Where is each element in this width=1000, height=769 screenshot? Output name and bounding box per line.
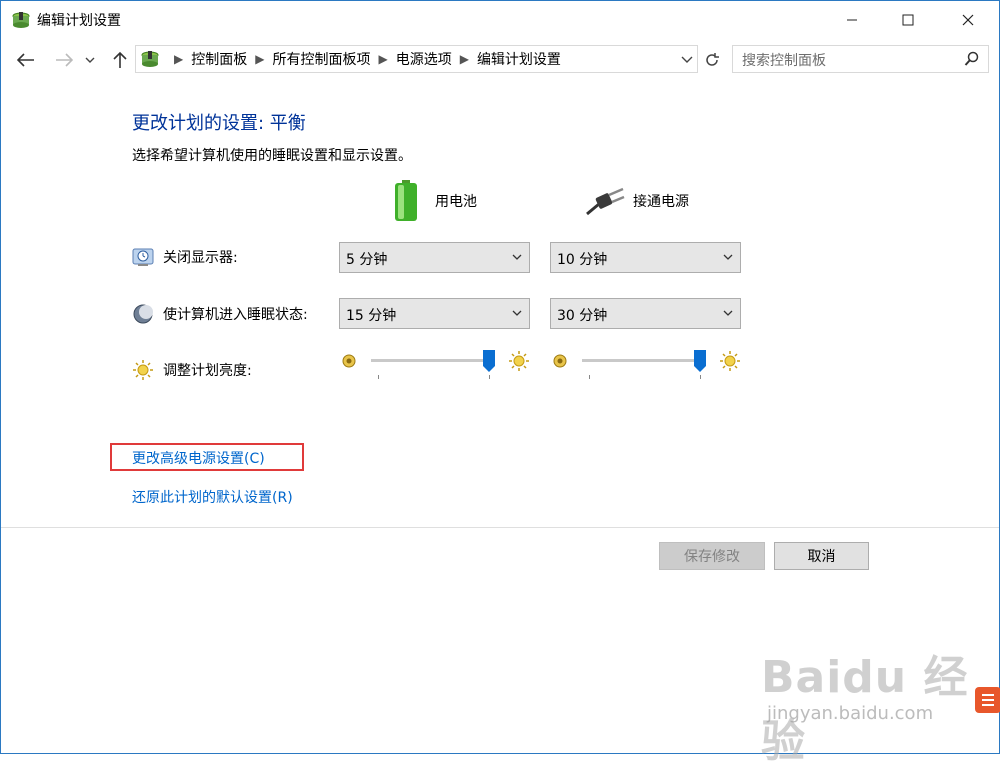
display-off-label: 关闭显示器: [163, 250, 238, 266]
maximize-button[interactable] [885, 1, 931, 39]
slider-track[interactable] [582, 359, 704, 362]
save-changes-button[interactable]: 保存修改 [659, 542, 765, 570]
watermark-logo-icon [975, 687, 1000, 713]
bright-sun-icon [720, 351, 740, 371]
sleep-battery-select[interactable]: 15 分钟 [339, 298, 530, 329]
back-arrow-icon [17, 53, 34, 67]
search-input[interactable]: 搜索控制面板 [742, 50, 826, 70]
battery-column-label: 用电池 [435, 194, 477, 210]
refresh-icon [706, 53, 719, 66]
refresh-button[interactable] [701, 49, 723, 71]
plugged-column-header: 接通电源 [585, 179, 689, 223]
battery-column-header: 用电池 [393, 179, 477, 223]
chevron-down-icon [723, 310, 733, 316]
display-off-battery-select[interactable]: 5 分钟 [339, 242, 530, 273]
breadcrumb-separator-icon: ▶ [174, 52, 184, 66]
dim-sun-icon [553, 354, 567, 368]
display-off-row-label: 关闭显示器: [132, 246, 238, 268]
window-title: 编辑计划设置 [37, 13, 121, 29]
bright-sun-icon [509, 351, 529, 371]
slider-tick [700, 375, 701, 379]
breadcrumb-item[interactable]: 控制面板 [191, 49, 247, 69]
breadcrumb: ▶ 控制面板 ▶ 所有控制面板项 ▶ 电源选项 ▶ 编辑计划设置 [166, 46, 561, 72]
up-button[interactable] [109, 49, 131, 71]
breadcrumb-separator-icon[interactable]: ▶ [378, 52, 387, 66]
brightness-sun-icon [133, 360, 153, 380]
address-dropdown-icon[interactable] [679, 49, 695, 69]
cancel-button[interactable]: 取消 [774, 542, 869, 570]
slider-tick [489, 375, 490, 379]
watermark-url: jingyan.baidu.com [767, 703, 934, 724]
chevron-down-icon [512, 310, 522, 316]
display-off-plugged-select[interactable]: 10 分钟 [550, 242, 741, 273]
breadcrumb-separator-icon[interactable]: ▶ [460, 52, 469, 66]
search-icon[interactable] [964, 51, 980, 67]
forward-button[interactable] [53, 49, 75, 71]
slider-tick [378, 375, 379, 379]
breadcrumb-item[interactable]: 编辑计划设置 [477, 49, 561, 69]
power-options-icon [12, 12, 30, 28]
display-off-plugged-value: 10 分钟 [557, 252, 608, 268]
advanced-power-settings-link[interactable]: 更改高级电源设置(C) [132, 448, 265, 468]
page-subtitle: 选择希望计算机使用的睡眠设置和显示设置。 [132, 148, 412, 164]
close-icon [962, 14, 974, 26]
display-timer-icon [132, 248, 154, 266]
back-button[interactable] [15, 49, 37, 71]
restore-defaults-link[interactable]: 还原此计划的默认设置(R) [132, 487, 293, 507]
minimize-icon [847, 19, 857, 21]
dim-sun-icon [342, 354, 356, 368]
close-button[interactable] [945, 1, 991, 39]
brightness-plugged-slider[interactable] [552, 347, 752, 379]
forward-arrow-icon [56, 53, 73, 67]
navigation-bar: ▶ 控制面板 ▶ 所有控制面板项 ▶ 电源选项 ▶ 编辑计划设置 搜索控制面板 [1, 39, 999, 81]
divider [1, 527, 999, 528]
display-off-battery-value: 5 分钟 [346, 252, 388, 268]
up-arrow-icon [113, 51, 127, 68]
search-box[interactable]: 搜索控制面板 [732, 45, 989, 73]
sleep-moon-icon [133, 304, 153, 324]
sleep-row-label: 使计算机进入睡眠状态: [132, 303, 308, 325]
power-plug-icon [586, 187, 625, 216]
brightness-label: 调整计划亮度: [163, 363, 252, 379]
breadcrumb-separator-icon[interactable]: ▶ [255, 52, 264, 66]
address-bar[interactable]: ▶ 控制面板 ▶ 所有控制面板项 ▶ 电源选项 ▶ 编辑计划设置 [135, 45, 698, 73]
chevron-down-icon [512, 254, 522, 260]
power-options-icon [141, 51, 159, 67]
brightness-battery-slider[interactable] [341, 347, 541, 379]
page-title: 更改计划的设置: 平衡 [132, 113, 306, 134]
window: 编辑计划设置 ▶ 控制面板 ▶ 所有控制面板项 ▶ 电源选项 ▶ 编辑计划设置 … [0, 0, 1000, 767]
recent-locations-button[interactable] [83, 49, 97, 71]
slider-track[interactable] [371, 359, 493, 362]
sleep-plugged-value: 30 分钟 [557, 308, 608, 324]
sleep-battery-value: 15 分钟 [346, 308, 397, 324]
sleep-label: 使计算机进入睡眠状态: [163, 307, 308, 323]
slider-tick [589, 375, 590, 379]
title-bar: 编辑计划设置 [1, 1, 999, 39]
slider-thumb[interactable] [483, 350, 495, 372]
slider-thumb[interactable] [694, 350, 706, 372]
maximize-icon [902, 14, 914, 26]
battery-icon [395, 180, 417, 221]
chevron-down-icon [85, 57, 95, 63]
plugged-column-label: 接通电源 [633, 194, 689, 210]
sleep-plugged-select[interactable]: 30 分钟 [550, 298, 741, 329]
minimize-button[interactable] [829, 1, 875, 39]
watermark: Baidu 经验 jingyan.baidu.com [761, 641, 1000, 767]
chevron-down-icon [723, 254, 733, 260]
breadcrumb-item[interactable]: 电源选项 [396, 49, 452, 69]
brightness-row-label: 调整计划亮度: [132, 359, 252, 381]
breadcrumb-item[interactable]: 所有控制面板项 [272, 49, 370, 69]
